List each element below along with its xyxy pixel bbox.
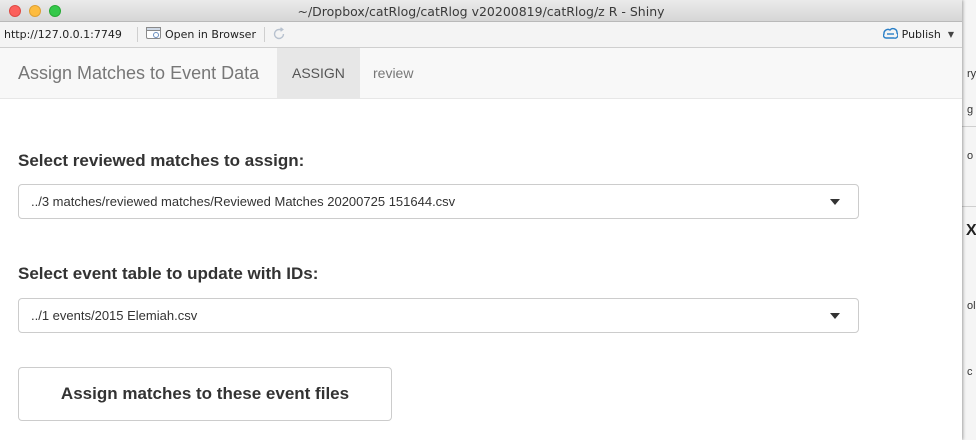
caret-down-icon	[830, 199, 840, 205]
caret-down-icon	[830, 313, 840, 319]
event-table-label: Select event table to update with IDs:	[18, 264, 319, 283]
app-title: Assign Matches to Event Data	[18, 63, 260, 83]
reviewed-matches-value: ../3 matches/reviewed matches/Reviewed M…	[31, 194, 456, 209]
publish-icon	[882, 27, 899, 42]
background-window-text: X	[966, 222, 976, 239]
publish-button[interactable]: Publish ▼	[882, 27, 954, 42]
shiny-window: ~/Dropbox/catRlog/catRlog v20200819/catR…	[0, 0, 962, 440]
open-in-browser-button[interactable]: Open in Browser	[146, 27, 256, 42]
background-window-text: g	[967, 104, 974, 116]
reviewed-matches-select[interactable]: ../3 matches/reviewed matches/Reviewed M…	[18, 184, 859, 219]
tab-assign[interactable]: ASSIGN	[277, 48, 360, 98]
window-title-bar: ~/Dropbox/catRlog/catRlog v20200819/catR…	[0, 0, 962, 22]
toolbar-divider	[264, 27, 265, 42]
app-navbar: Assign Matches to Event Data ASSIGN revi…	[0, 48, 962, 99]
assign-matches-button[interactable]: Assign matches to these event files	[18, 367, 392, 421]
background-window-text: ry	[967, 68, 976, 80]
background-window-text: c	[967, 366, 973, 378]
reviewed-matches-label: Select reviewed matches to assign:	[18, 151, 305, 170]
chevron-down-icon: ▼	[947, 30, 954, 39]
window-title: ~/Dropbox/catRlog/catRlog v20200819/catR…	[297, 4, 665, 19]
background-window-text: o	[967, 150, 974, 162]
background-window-text: ol	[967, 300, 976, 312]
background-window-divider	[962, 206, 976, 207]
refresh-icon[interactable]	[272, 27, 286, 44]
event-table-select[interactable]: ../1 events/2015 Elemiah.csv	[18, 298, 859, 333]
toolbar-divider	[137, 27, 138, 42]
background-window-divider	[962, 126, 976, 127]
app-url[interactable]: http://127.0.0.1:7749	[4, 28, 122, 41]
tab-review[interactable]: review	[358, 48, 428, 98]
browser-window-icon	[146, 27, 161, 42]
publish-label: Publish	[901, 28, 941, 41]
viewer-toolbar: http://127.0.0.1:7749 Open in Browser Pu…	[0, 22, 962, 48]
open-in-browser-label: Open in Browser	[165, 28, 256, 41]
event-table-value: ../1 events/2015 Elemiah.csv	[31, 308, 198, 323]
